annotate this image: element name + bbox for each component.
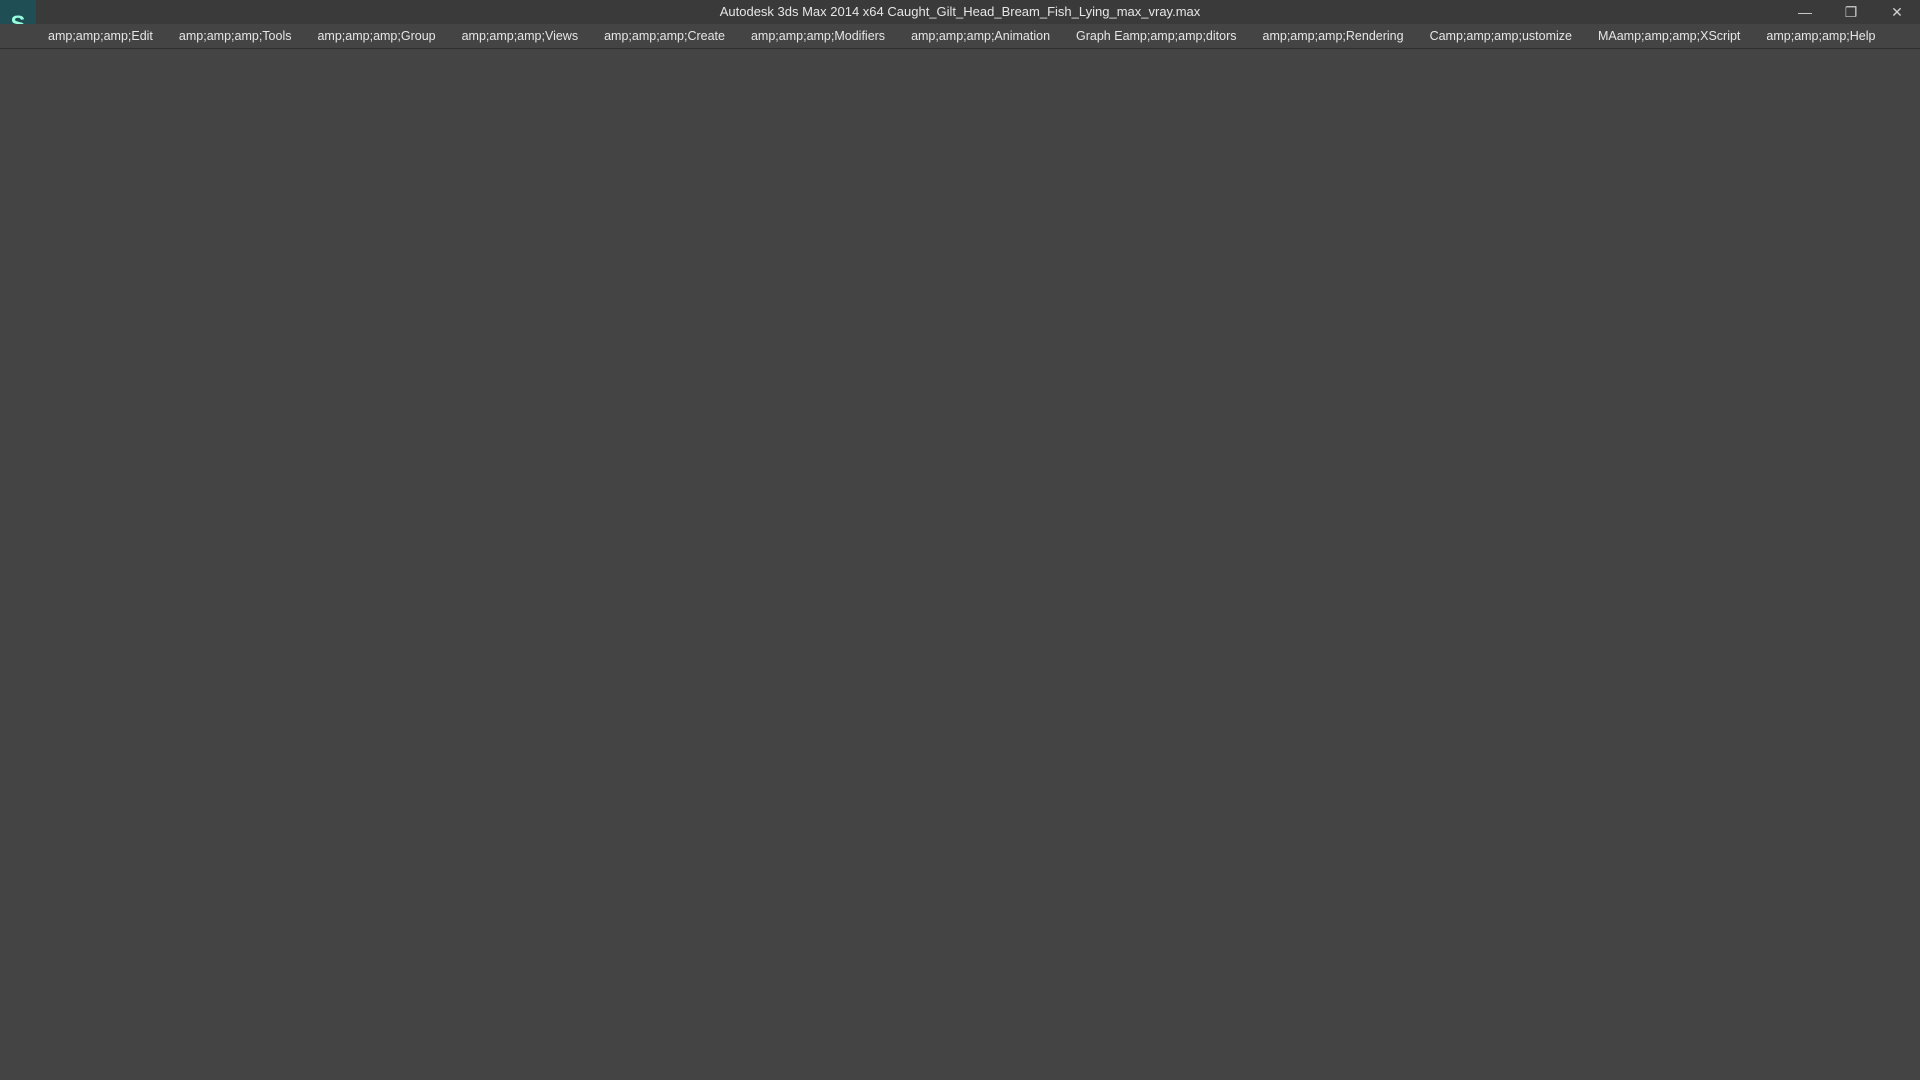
minimize-button[interactable]: — — [1782, 0, 1828, 24]
menu-help[interactable]: amp;amp;amp;Help — [1766, 29, 1875, 43]
menu-rendering[interactable]: amp;amp;amp;Rendering — [1263, 29, 1404, 43]
menu-bar: amp;amp;amp;Edit amp;amp;amp;Tools amp;a… — [0, 24, 1920, 49]
menu-views[interactable]: amp;amp;amp;Views — [462, 29, 579, 43]
window-title: Autodesk 3ds Max 2014 x64 Caught_Gilt_He… — [719, 4, 1201, 19]
restore-button[interactable]: ❐ — [1828, 0, 1874, 24]
menu-edit[interactable]: amp;amp;amp;Edit — [48, 29, 153, 43]
menu-group[interactable]: amp;amp;amp;Group — [317, 29, 435, 43]
menu-animation[interactable]: amp;amp;amp;Animation — [911, 29, 1050, 43]
menu-create[interactable]: amp;amp;amp;Create — [604, 29, 725, 43]
menu-modifiers[interactable]: amp;amp;amp;Modifiers — [751, 29, 885, 43]
menu-tools[interactable]: amp;amp;amp;Tools — [179, 29, 292, 43]
menu-maxscript[interactable]: MAamp;amp;amp;XScript — [1598, 29, 1740, 43]
menu-graph-editors[interactable]: Graph Eamp;amp;amp;ditors — [1076, 29, 1237, 43]
close-button[interactable]: ✕ — [1874, 0, 1920, 24]
menu-customize[interactable]: Camp;amp;amp;ustomize — [1430, 29, 1572, 43]
title-bar: S Autodesk 3ds Max 2014 x64 Caught_Gilt_… — [0, 0, 1920, 48]
window-controls: — ❐ ✕ — [1782, 0, 1920, 24]
